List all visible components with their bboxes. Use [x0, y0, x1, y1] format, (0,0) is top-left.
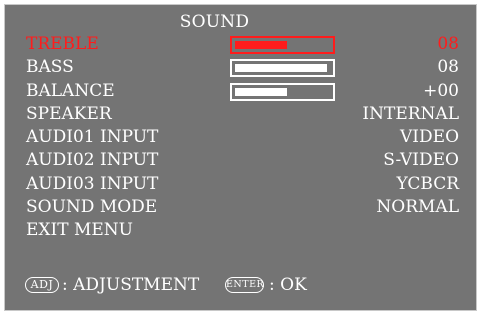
balance-slider[interactable]: [230, 82, 335, 101]
menu-item-treble[interactable]: TREBLE 08: [26, 33, 466, 56]
adj-key-icon: ADJ: [25, 277, 59, 293]
menu-item-label: AUDI01 INPUT: [26, 127, 159, 148]
bass-slider-fill: [235, 64, 327, 73]
adjustment-separator: :: [62, 275, 68, 295]
osd-menu-panel: SOUND TREBLE 08 BASS 08 BALANCE +00 SPEA…: [4, 4, 477, 311]
menu-item-exit-menu[interactable]: EXIT MENU: [26, 219, 466, 242]
ok-hint: : OK: [269, 275, 307, 295]
menu-item-label: TREBLE: [26, 34, 99, 54]
menu-item-label: AUDI03 INPUT: [26, 173, 159, 194]
key-hint-footer: ADJ : ADJUSTMENT ENTER : OK: [25, 274, 465, 296]
menu-item-value: YCBCR: [396, 173, 459, 194]
menu-item-value: +00: [423, 80, 459, 101]
menu-item-sound-mode[interactable]: SOUND MODE NORMAL: [26, 196, 466, 219]
menu-item-value: INTERNAL: [362, 103, 459, 124]
menu-item-value: S-VIDEO: [383, 150, 459, 171]
menu-item-label: EXIT MENU: [26, 220, 133, 241]
menu-list: TREBLE 08 BASS 08 BALANCE +00 SPEAKER IN…: [26, 33, 466, 243]
menu-item-label: SOUND MODE: [26, 197, 158, 218]
menu-item-label: BASS: [26, 57, 74, 78]
menu-item-value: 08: [437, 57, 459, 78]
menu-item-audio3-input[interactable]: AUDI03 INPUT YCBCR: [26, 173, 466, 196]
menu-item-value: 08: [437, 34, 459, 54]
adjustment-label: ADJUSTMENT: [73, 275, 200, 295]
menu-item-value: VIDEO: [400, 127, 459, 148]
treble-slider[interactable]: [230, 36, 335, 54]
menu-item-audio2-input[interactable]: AUDI02 INPUT S-VIDEO: [26, 149, 466, 172]
menu-item-audio1-input[interactable]: AUDI01 INPUT VIDEO: [26, 126, 466, 149]
menu-item-bass[interactable]: BASS 08: [26, 56, 466, 79]
menu-item-value: NORMAL: [376, 197, 459, 218]
menu-item-balance[interactable]: BALANCE +00: [26, 80, 466, 103]
enter-key-icon: ENTER: [225, 277, 264, 293]
menu-item-label: BALANCE: [26, 80, 115, 101]
menu-item-label: SPEAKER: [26, 103, 112, 124]
menu-item-speaker[interactable]: SPEAKER INTERNAL: [26, 103, 466, 126]
treble-slider-fill: [235, 41, 287, 49]
menu-item-label: AUDI02 INPUT: [26, 150, 159, 171]
balance-slider-fill: [235, 87, 287, 96]
adjustment-hint: : ADJUSTMENT: [62, 274, 199, 296]
menu-title: SOUND: [179, 12, 250, 32]
bass-slider[interactable]: [230, 59, 335, 78]
